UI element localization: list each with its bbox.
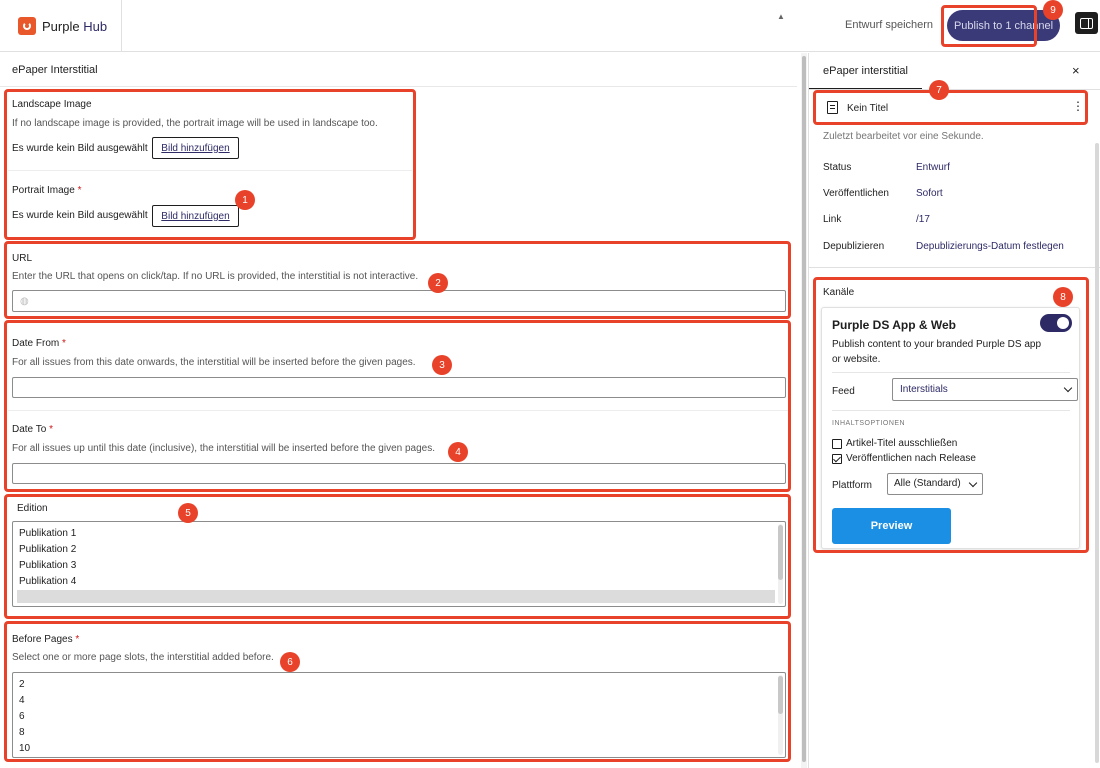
more-options-icon[interactable]: ⋮: [1072, 99, 1084, 113]
page-option[interactable]: 6: [19, 711, 25, 722]
collapse-arrow-icon[interactable]: ▲: [777, 12, 785, 21]
channel-description: Publish content to your branded Purple D…: [832, 339, 1042, 365]
landscape-add-image-button[interactable]: Bild hinzufügen: [152, 137, 239, 159]
divider: [8, 170, 412, 171]
settings-sidebar: ePaper interstitial × Kein Titel ⋮ Zulet…: [808, 53, 1100, 768]
chevron-down-icon: [1063, 383, 1073, 393]
publish-after-release-label[interactable]: Veröffentlichen nach Release: [846, 453, 976, 464]
edition-label: Edition: [17, 503, 48, 514]
date-to-label: Date To *: [12, 424, 53, 435]
annotation-badge: 9: [1043, 0, 1063, 20]
channels-title: Kanäle: [823, 287, 855, 298]
annotation-badge: 2: [428, 273, 448, 293]
annotation-badge: 8: [1053, 287, 1073, 307]
divider: [809, 267, 1100, 268]
preview-button[interactable]: Preview: [832, 508, 951, 544]
divider: [8, 410, 790, 411]
purple-logo-icon: [18, 17, 36, 35]
link-value[interactable]: /17: [916, 214, 930, 225]
url-help: Enter the URL that opens on click/tap. I…: [12, 271, 419, 282]
landscape-image-help: If no landscape image is provided, the p…: [12, 118, 378, 129]
page-option[interactable]: 4: [19, 695, 25, 706]
top-bar: Purple Hub Entwurf speichern Publish to …: [0, 0, 1100, 52]
annotation-badge: 6: [280, 652, 300, 672]
before-pages-label: Before Pages *: [12, 634, 80, 645]
edition-option-highlight[interactable]: [17, 590, 775, 603]
url-input[interactable]: ◍: [12, 290, 786, 312]
divider: [832, 410, 1070, 411]
section-header[interactable]: ePaper Interstitial: [0, 53, 797, 87]
channel-toggle[interactable]: [1040, 314, 1072, 332]
edition-option[interactable]: Publikation 3: [19, 560, 76, 571]
platform-label: Plattform: [832, 480, 873, 491]
edition-listbox[interactable]: Publikation 1 Publikation 2 Publikation …: [12, 521, 786, 607]
link-label: Link: [823, 214, 842, 225]
chevron-down-icon: [968, 478, 978, 488]
save-draft-button[interactable]: Entwurf speichern: [845, 19, 933, 31]
landscape-image-label: Landscape Image: [12, 99, 92, 110]
last-edited-text: Zuletzt bearbeitet vor eine Sekunde.: [823, 131, 984, 142]
channel-card: Purple DS App & Web Publish content to y…: [821, 307, 1080, 549]
publish-after-release-checkbox[interactable]: [832, 454, 842, 464]
post-title[interactable]: Kein Titel: [847, 103, 888, 114]
unpublish-value[interactable]: Depublizierungs-Datum festlegen: [916, 241, 1064, 252]
exclude-title-label[interactable]: Artikel-Titel ausschließen: [846, 438, 957, 449]
publish-label: Veröffentlichen: [823, 188, 889, 199]
publish-value[interactable]: Sofort: [916, 188, 943, 199]
divider: [809, 89, 1100, 90]
annotation-badge: 5: [178, 503, 198, 523]
annotation-badge: 1: [235, 190, 255, 210]
sidebar-toggle-button[interactable]: [1075, 12, 1098, 34]
date-from-label: Date From *: [12, 338, 66, 349]
page-option[interactable]: 10: [19, 743, 30, 754]
publish-button[interactable]: Publish to 1 channel: [947, 10, 1060, 41]
page-option[interactable]: 2: [19, 679, 25, 690]
globe-icon: ◍: [20, 296, 29, 307]
annotation-badge: 4: [448, 442, 468, 462]
exclude-title-checkbox[interactable]: [832, 439, 842, 449]
sidebar-icon: [1080, 17, 1093, 29]
annotation-badge: 7: [929, 80, 949, 100]
main-scrollbar[interactable]: [801, 53, 807, 768]
channel-name: Purple DS App & Web: [832, 318, 957, 332]
edition-scroll-thumb[interactable]: [778, 525, 783, 580]
brand[interactable]: Purple Hub: [0, 0, 122, 52]
close-icon[interactable]: ×: [1072, 63, 1080, 78]
portrait-add-image-button[interactable]: Bild hinzufügen: [152, 205, 239, 227]
edition-option[interactable]: Publikation 1: [19, 528, 76, 539]
feed-label: Feed: [832, 386, 855, 397]
edition-option[interactable]: Publikation 4: [19, 576, 76, 587]
platform-select[interactable]: Alle (Standard): [887, 473, 983, 495]
before-pages-listbox[interactable]: 2 4 6 8 10: [12, 672, 786, 758]
before-pages-scroll-thumb[interactable]: [778, 676, 783, 714]
edition-option[interactable]: Publikation 2: [19, 544, 76, 555]
unpublish-label: Depublizieren: [823, 241, 885, 252]
portrait-no-image-text: Es wurde kein Bild ausgewählt: [12, 210, 148, 221]
annotation-badge: 3: [432, 355, 452, 375]
status-label: Status: [823, 162, 852, 173]
document-icon: [827, 101, 838, 114]
sidebar-scrollbar[interactable]: [1095, 143, 1099, 763]
divider: [832, 372, 1070, 373]
status-value[interactable]: Entwurf: [916, 162, 950, 173]
date-from-input[interactable]: [12, 377, 786, 398]
landscape-no-image-text: Es wurde kein Bild ausgewählt: [12, 143, 148, 154]
feed-select[interactable]: Interstitials: [892, 378, 1078, 401]
portrait-image-label: Portrait Image *: [12, 185, 82, 196]
date-to-help: For all issues up until this date (inclu…: [12, 443, 435, 454]
section-title: ePaper Interstitial: [12, 63, 98, 76]
url-label: URL: [12, 253, 33, 264]
date-to-input[interactable]: [12, 463, 786, 484]
date-from-help: For all issues from this date onwards, t…: [12, 357, 416, 368]
page-option[interactable]: 8: [19, 727, 25, 738]
tab-epaper-interstitial[interactable]: ePaper interstitial: [823, 65, 908, 77]
brand-name: Purple Hub: [42, 18, 108, 34]
content-options-caption: INHALTSOPTIONEN: [832, 420, 906, 427]
before-pages-help: Select one or more page slots, the inter…: [12, 652, 274, 663]
